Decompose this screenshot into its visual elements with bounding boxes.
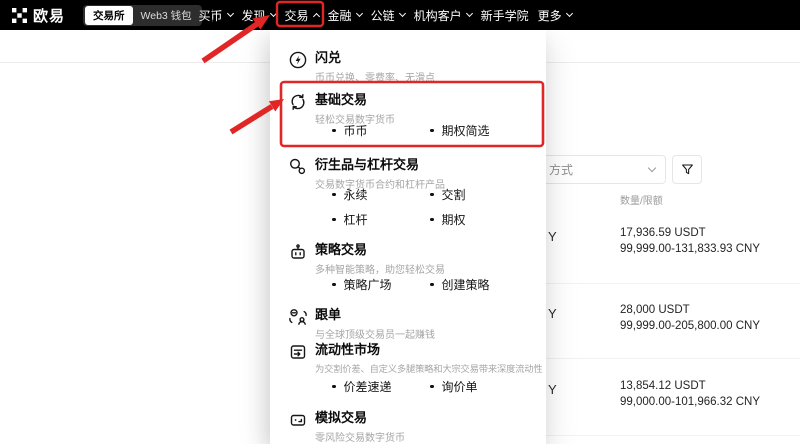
menu-title: 基础交易 xyxy=(315,92,368,107)
row-currency-suffix: Y xyxy=(548,382,557,397)
menu-title: 流动性市场 xyxy=(315,342,381,357)
bullet-dot xyxy=(430,128,434,133)
menu-item-create-strategy[interactable]: 创建策略 xyxy=(430,276,490,293)
bullet-dot xyxy=(430,384,434,389)
chevron-down-icon xyxy=(269,9,277,18)
demo-trading-icon xyxy=(290,414,306,426)
row-divider xyxy=(546,283,800,284)
menu-links-row: 永续 交割 xyxy=(270,186,546,203)
menu-item-easy-options[interactable]: 期权简选 xyxy=(430,122,490,139)
menu-title: 模拟交易 xyxy=(315,410,368,425)
bullet-dot xyxy=(430,217,434,222)
okx-logo[interactable]: 欧易 xyxy=(12,5,65,26)
bullet-dot xyxy=(332,282,336,287)
menu-links-row: 杠杆 期权 xyxy=(270,211,546,228)
menu-subtitle: 币币兑换、零费率、无滑点 xyxy=(315,73,435,84)
row-limit: 99,999.00-205,800.00 CNY xyxy=(620,320,761,332)
chevron-down-icon xyxy=(647,163,657,173)
liquidity-icon xyxy=(290,345,306,359)
column-header-amount-limit: 数量/限额 xyxy=(620,196,663,207)
menu-links-row: 价差速递 询价单 xyxy=(270,378,546,395)
chevron-up-icon xyxy=(312,12,320,21)
menu-section-copy-trading[interactable]: 跟单 与全球顶级交易员一起赚钱 xyxy=(288,307,435,341)
select-value: 方式 xyxy=(549,163,574,177)
menu-links-row: 币币 期权简选 xyxy=(270,122,546,139)
menu-links-row: 策略广场 创建策略 xyxy=(270,276,546,293)
bullet-dot xyxy=(332,384,336,389)
okx-logo-icon xyxy=(12,7,27,23)
bullet-dot xyxy=(332,217,336,222)
top-nav-bar: 欧易 交易所 Web3 钱包 买币 发现 交易 金融 公链 机构客户 新手学院 … xyxy=(0,0,800,30)
payment-method-select[interactable]: 方式 xyxy=(536,155,666,184)
derivatives-icon xyxy=(289,158,306,175)
chevron-down-icon xyxy=(226,9,234,18)
nav-academy[interactable]: 新手学院 xyxy=(476,0,533,30)
menu-item-perpetual[interactable]: 永续 xyxy=(332,186,368,203)
nav-institutional[interactable]: 机构客户 xyxy=(409,0,476,30)
menu-item-spot[interactable]: 币币 xyxy=(332,122,368,139)
menu-subtitle: 与全球顶级交易员一起赚钱 xyxy=(315,330,435,341)
filter-button[interactable] xyxy=(672,155,702,184)
menu-title: 跟单 xyxy=(315,307,342,322)
menu-section-strategy-trading[interactable]: 策略交易 多种智能策略，助您轻松交易 xyxy=(288,242,445,276)
flash-swap-icon xyxy=(289,51,307,69)
chevron-down-icon xyxy=(565,9,573,18)
menu-section-flash-swap[interactable]: 闪兑 币币兑换、零费率、无滑点 xyxy=(288,50,435,84)
strategy-bot-icon xyxy=(291,244,305,259)
menu-item-options[interactable]: 期权 xyxy=(430,211,466,228)
chevron-down-icon xyxy=(398,9,406,18)
nav-finance[interactable]: 金融 xyxy=(323,0,366,30)
toggle-exchange[interactable]: 交易所 xyxy=(85,5,133,25)
menu-section-liquidity-market[interactable]: 流动性市场 为交割价差、自定义多腿策略和大宗交易带来深度流动性 xyxy=(288,342,543,375)
nav-buy-crypto[interactable]: 买币 xyxy=(194,0,237,30)
row-divider xyxy=(546,435,800,436)
copy-trading-icon xyxy=(289,309,307,325)
bullet-dot xyxy=(332,128,336,133)
basic-trade-icon xyxy=(291,94,305,110)
bullet-dot xyxy=(332,192,336,197)
exchange-wallet-toggle: 交易所 Web3 钱包 xyxy=(83,4,202,26)
brand-name: 欧易 xyxy=(33,7,66,25)
menu-subtitle: 多种智能策略，助您轻松交易 xyxy=(315,265,445,276)
menu-section-demo-trading[interactable]: 模拟交易 零风险交易数字货币 xyxy=(288,410,405,444)
menu-title: 衍生品与杠杆交易 xyxy=(315,157,420,172)
menu-subtitle: 为交割价差、自定义多腿策略和大宗交易带来深度流动性 xyxy=(315,364,543,374)
funnel-icon xyxy=(681,164,693,175)
bullet-dot xyxy=(430,282,434,287)
chevron-down-icon xyxy=(465,9,473,18)
row-amount: 17,936.59 USDT xyxy=(620,227,706,239)
trade-dropdown-menu: 闪兑 币币兑换、零费率、无滑点 基础交易 轻松交易数字货币 币币 期权简选 衍生… xyxy=(270,30,546,444)
nav-chains[interactable]: 公链 xyxy=(366,0,409,30)
menu-title: 闪兑 xyxy=(315,50,342,65)
row-limit: 99,999.00-131,833.93 CNY xyxy=(620,243,761,255)
bullet-dot xyxy=(430,192,434,197)
okx-screenshot: 欧易 交易所 Web3 钱包 买币 发现 交易 金融 公链 机构客户 新手学院 … xyxy=(0,0,800,444)
menu-section-basic-trading[interactable]: 基础交易 轻松交易数字货币 xyxy=(288,92,395,126)
nav-more[interactable]: 更多 xyxy=(533,0,576,30)
toggle-web3-wallet[interactable]: Web3 钱包 xyxy=(133,6,200,25)
menu-item-futures[interactable]: 交割 xyxy=(430,186,466,203)
menu-item-strategy-plaza[interactable]: 策略广场 xyxy=(332,276,392,293)
chevron-down-icon xyxy=(355,9,363,18)
row-currency-suffix: Y xyxy=(548,306,557,321)
row-amount: 28,000 USDT xyxy=(620,304,690,316)
menu-item-margin[interactable]: 杠杆 xyxy=(332,211,368,228)
menu-subtitle: 零风险交易数字货币 xyxy=(315,433,405,444)
nav-discover[interactable]: 发现 xyxy=(237,0,280,30)
row-amount: 13,854.12 USDT xyxy=(620,380,706,392)
row-divider xyxy=(546,358,800,359)
row-limit: 99,000.00-101,966.32 CNY xyxy=(620,396,761,408)
menu-item-rfq[interactable]: 询价单 xyxy=(430,378,478,395)
main-nav: 买币 发现 交易 金融 公链 机构客户 新手学院 更多 xyxy=(194,0,576,30)
menu-item-spread-express[interactable]: 价差速递 xyxy=(332,378,392,395)
nav-trade[interactable]: 交易 xyxy=(280,0,323,30)
menu-title: 策略交易 xyxy=(315,242,368,257)
row-currency-suffix: Y xyxy=(548,229,557,244)
